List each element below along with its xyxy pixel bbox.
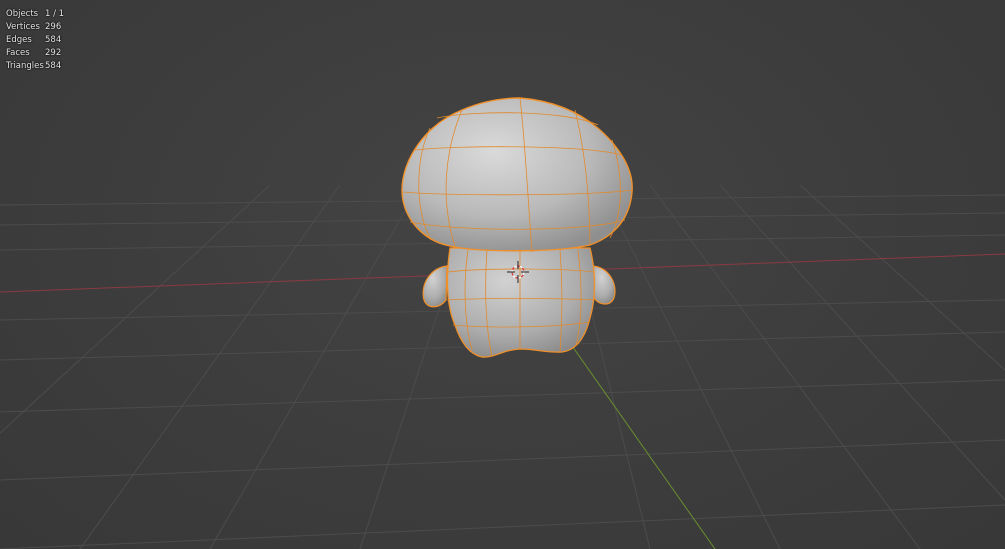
viewport-canvas[interactable] xyxy=(0,0,1005,549)
right-arm[interactable] xyxy=(592,265,616,305)
stat-value: 1 / 1 xyxy=(45,9,65,19)
stat-label: Vertices xyxy=(6,22,40,32)
stat-row-vertices: Vertices 296 xyxy=(6,21,64,34)
stat-label: Triangles xyxy=(6,61,44,71)
mushroom-cap[interactable] xyxy=(401,97,633,252)
stat-value: 584 xyxy=(45,61,62,71)
scene-statistics-overlay: Objects 1 / 1 Vertices 296 Edges 584 Fac… xyxy=(6,8,64,73)
stat-row-objects: Objects 1 / 1 xyxy=(6,8,64,21)
left-arm[interactable] xyxy=(422,265,448,308)
stat-row-edges: Edges 584 xyxy=(6,34,64,47)
stat-label: Faces xyxy=(6,48,30,58)
3d-viewport[interactable]: Objects 1 / 1 Vertices 296 Edges 584 Fac… xyxy=(0,0,1005,549)
stat-label: Edges xyxy=(6,35,32,45)
stat-value: 296 xyxy=(45,22,62,32)
stat-value: 292 xyxy=(45,48,62,58)
stat-label: Objects xyxy=(6,9,39,19)
stat-value: 584 xyxy=(45,35,62,45)
stat-row-triangles: Triangles 584 xyxy=(6,60,64,73)
stat-row-faces: Faces 292 xyxy=(6,47,64,60)
